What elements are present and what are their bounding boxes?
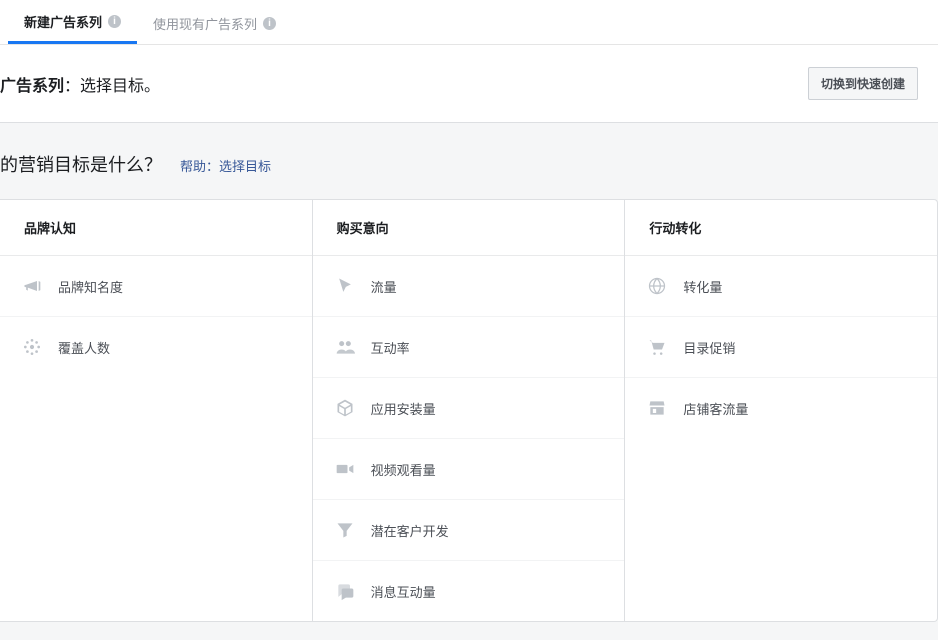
objective-traffic[interactable]: 流量 bbox=[313, 256, 625, 317]
chat-icon bbox=[335, 581, 355, 601]
cursor-icon bbox=[335, 276, 355, 296]
objective-conversions[interactable]: 转化量 bbox=[625, 256, 937, 317]
objective-label: 店铺客流量 bbox=[683, 399, 748, 418]
column-header: 行动转化 bbox=[625, 200, 937, 256]
objective-label: 目录促销 bbox=[683, 338, 735, 357]
page-title: 广告系列：选择目标。 bbox=[0, 72, 160, 96]
column-awareness: 品牌认知 品牌知名度 覆盖人数 bbox=[0, 200, 313, 621]
column-header: 购买意向 bbox=[313, 200, 625, 256]
objective-catalog-sales[interactable]: 目录促销 bbox=[625, 317, 937, 378]
objective-label: 潜在客户开发 bbox=[371, 521, 449, 540]
series-sub: ：选择目标。 bbox=[64, 78, 160, 95]
objective-label: 流量 bbox=[371, 277, 397, 296]
series-label: 广告系列 bbox=[0, 78, 64, 95]
objective-label: 视频观看量 bbox=[371, 460, 436, 479]
people-icon bbox=[335, 337, 355, 357]
tab-label: 新建广告系列 bbox=[24, 12, 102, 31]
header-row: 广告系列：选择目标。 切换到快速创建 bbox=[0, 45, 938, 123]
globe-icon bbox=[647, 276, 667, 296]
tab-label: 使用现有广告系列 bbox=[153, 14, 257, 33]
box-icon bbox=[335, 398, 355, 418]
objective-video-views[interactable]: 视频观看量 bbox=[313, 439, 625, 500]
objective-label: 转化量 bbox=[683, 277, 722, 296]
tabs-bar: 新建广告系列 i 使用现有广告系列 i bbox=[0, 0, 938, 45]
column-consideration: 购买意向 流量 互动率 应用安装量 视频观看量 bbox=[313, 200, 626, 621]
column-header: 品牌认知 bbox=[0, 200, 312, 256]
objective-brand-awareness[interactable]: 品牌知名度 bbox=[0, 256, 312, 317]
objective-reach[interactable]: 覆盖人数 bbox=[0, 317, 312, 377]
reach-icon bbox=[22, 337, 42, 357]
info-icon: i bbox=[263, 17, 276, 30]
objective-label: 覆盖人数 bbox=[58, 338, 110, 357]
switch-quick-create-button[interactable]: 切换到快速创建 bbox=[808, 67, 918, 100]
help-link[interactable]: 帮助：选择目标 bbox=[180, 156, 271, 175]
cart-icon bbox=[647, 337, 667, 357]
objective-app-installs[interactable]: 应用安装量 bbox=[313, 378, 625, 439]
objective-label: 互动率 bbox=[371, 338, 410, 357]
megaphone-icon bbox=[22, 276, 42, 296]
question-row: 的营销目标是什么？ 帮助：选择目标 bbox=[0, 123, 938, 199]
objective-lead-generation[interactable]: 潜在客户开发 bbox=[313, 500, 625, 561]
info-icon: i bbox=[108, 15, 121, 28]
tab-existing-campaign[interactable]: 使用现有广告系列 i bbox=[137, 0, 292, 44]
question-text: 的营销目标是什么？ bbox=[0, 151, 162, 177]
objective-label: 消息互动量 bbox=[371, 582, 436, 601]
store-icon bbox=[647, 398, 667, 418]
objective-engagement[interactable]: 互动率 bbox=[313, 317, 625, 378]
objective-messages[interactable]: 消息互动量 bbox=[313, 561, 625, 621]
objective-label: 应用安装量 bbox=[371, 399, 436, 418]
objective-label: 品牌知名度 bbox=[58, 277, 123, 296]
column-conversion: 行动转化 转化量 目录促销 店铺客流量 bbox=[625, 200, 937, 621]
video-icon bbox=[335, 459, 355, 479]
funnel-icon bbox=[335, 520, 355, 540]
objective-store-traffic[interactable]: 店铺客流量 bbox=[625, 378, 937, 438]
tab-new-campaign[interactable]: 新建广告系列 i bbox=[8, 0, 137, 44]
objectives-container: 品牌认知 品牌知名度 覆盖人数 购买意向 流量 互动率 bbox=[0, 199, 938, 622]
